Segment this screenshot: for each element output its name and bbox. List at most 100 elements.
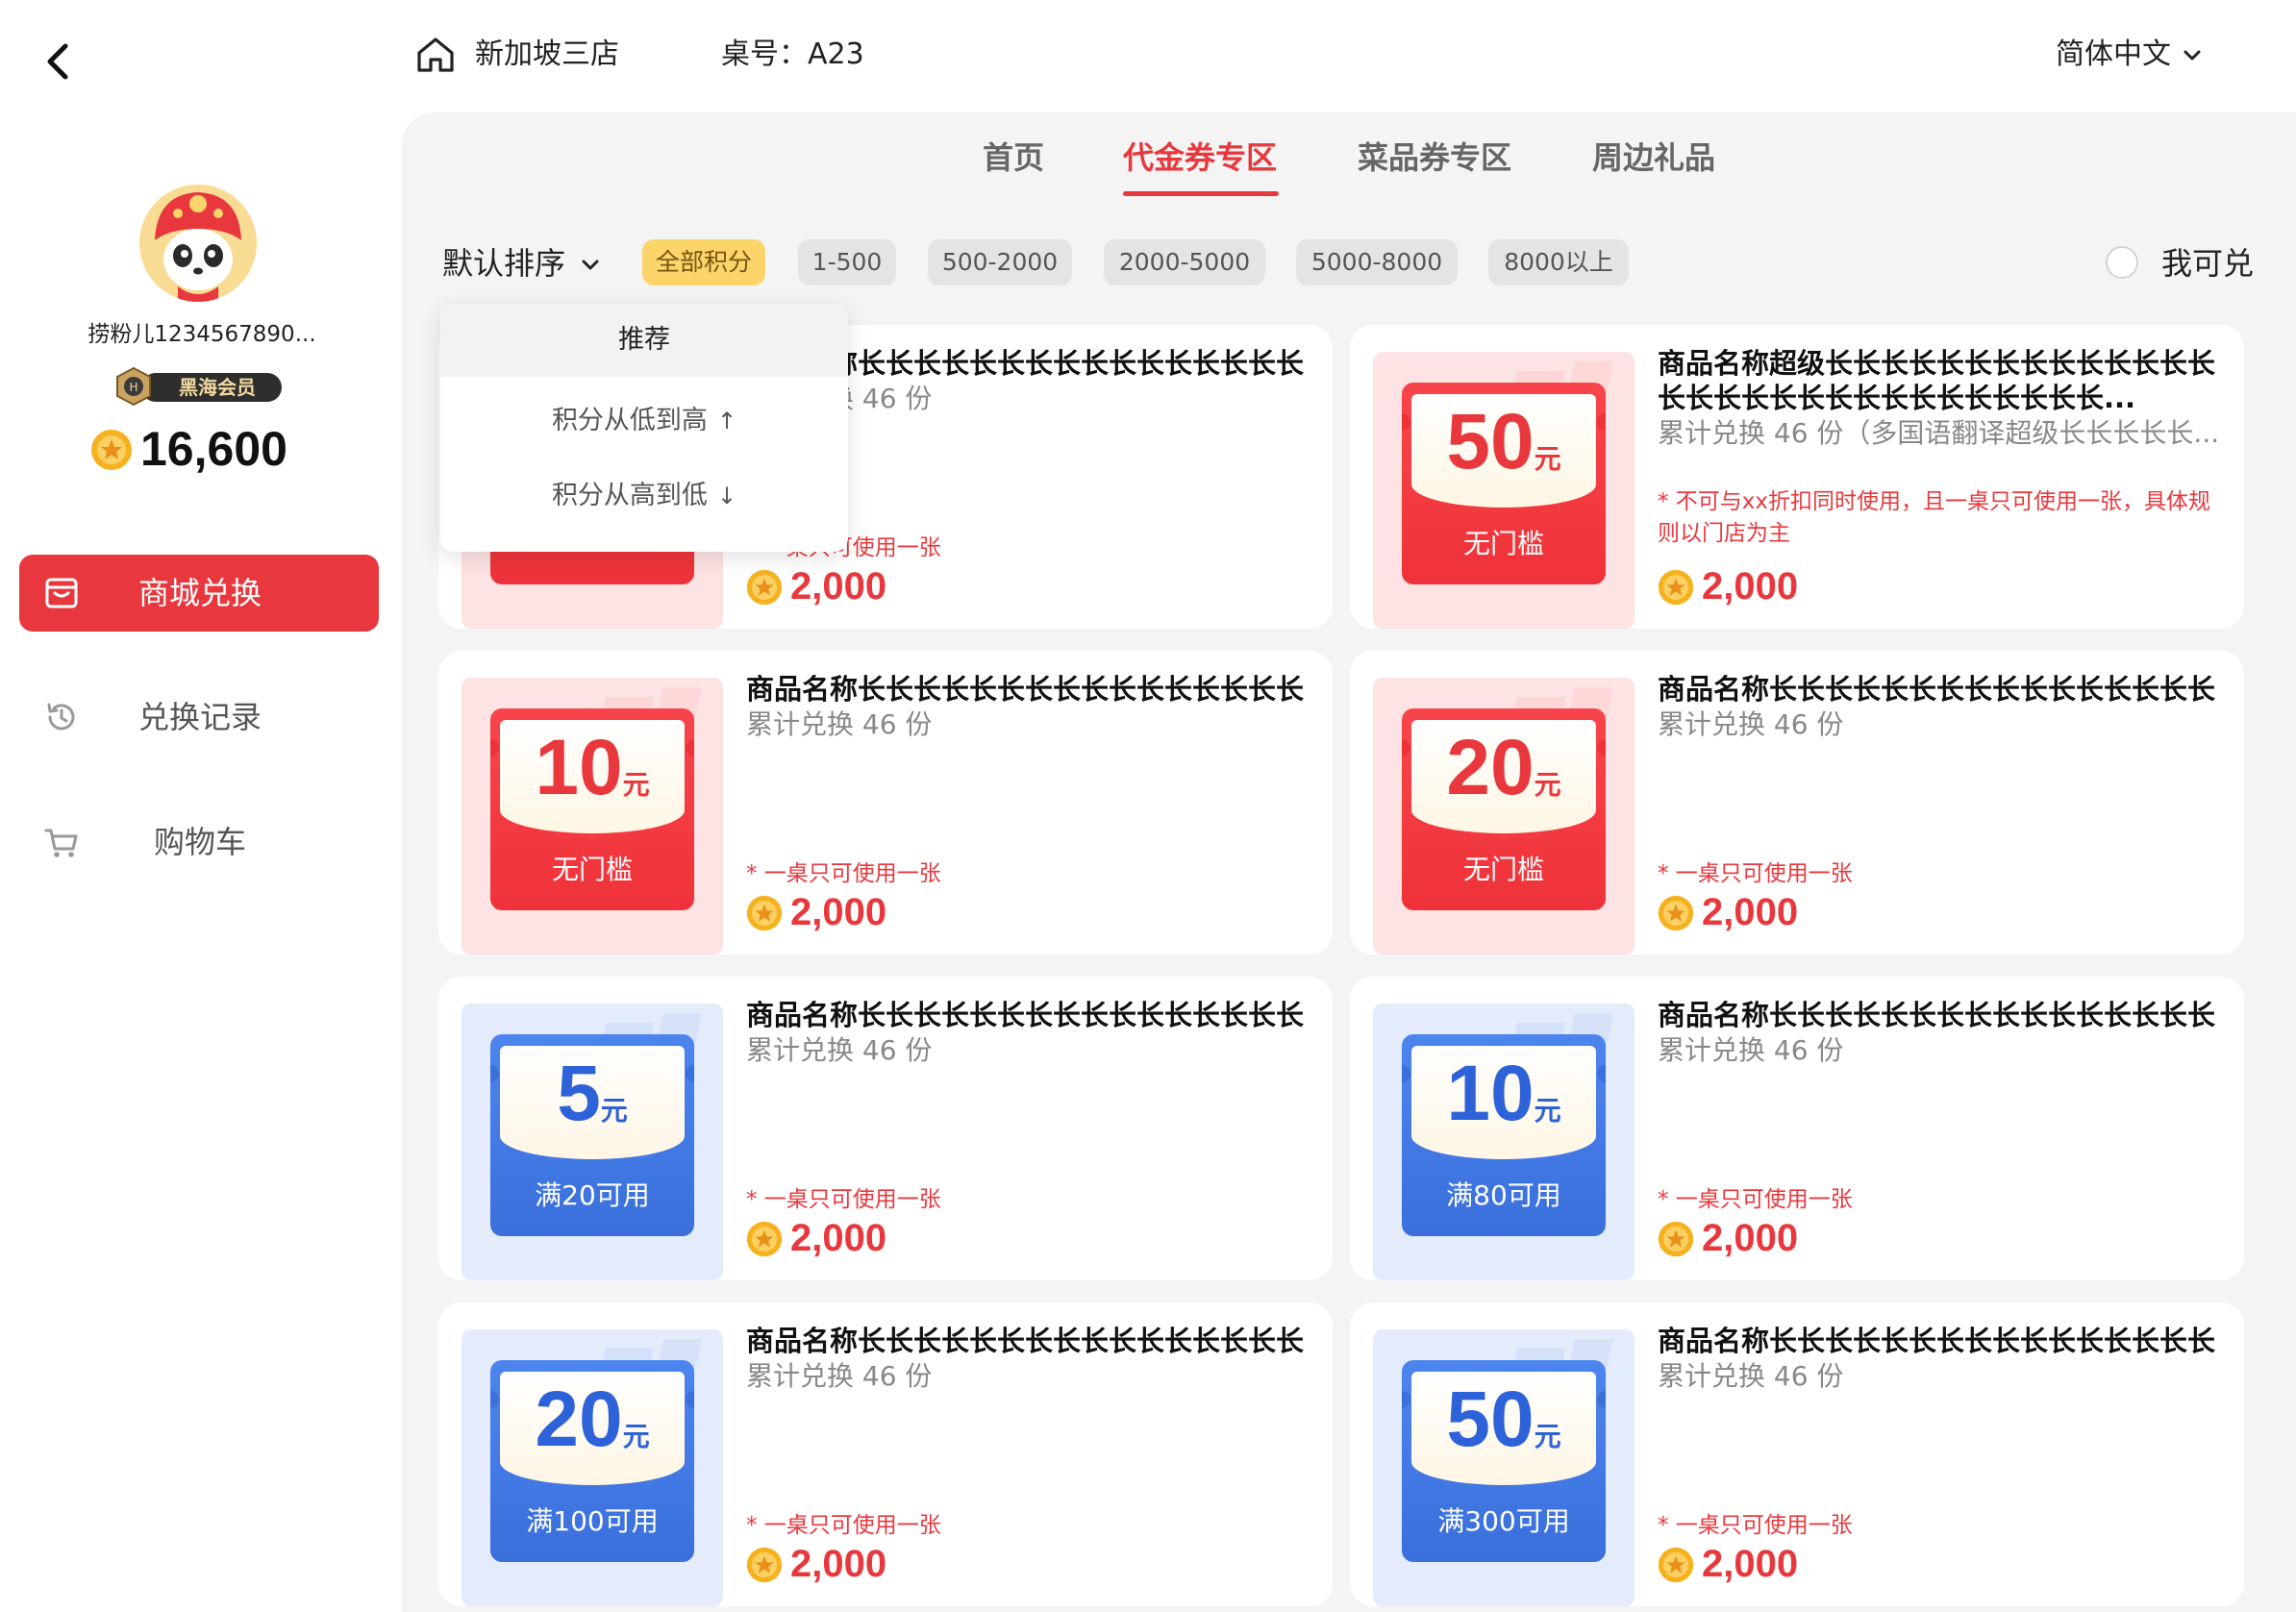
points-price: 2,000 <box>790 891 887 933</box>
product-image: 20元 无门槛 <box>1373 678 1635 955</box>
coin-icon <box>90 429 133 471</box>
voucher-condition: 满80可用 <box>1446 1179 1561 1211</box>
redeemed-count: 累计兑换 46 份 <box>746 1360 933 1392</box>
voucher-graphic: 5元 满20可用 <box>490 1034 694 1236</box>
voucher-amount: 50元 <box>1402 396 1606 510</box>
coin-icon <box>746 1547 783 1583</box>
chevron-down-icon[interactable] <box>2177 40 2208 71</box>
filter-chip-1-500[interactable]: 1-500 <box>798 239 896 285</box>
home-icon <box>413 33 458 77</box>
usage-note: * 一桌只可使用一张 <box>746 1513 941 1538</box>
usage-note: * 不可与xx折扣同时使用，且一桌只可使用一张，具体规则以门店为主 <box>1658 489 2211 546</box>
coin-icon <box>1658 895 1694 931</box>
voucher-condition: 无门槛 <box>551 854 633 885</box>
language-selector[interactable]: 简体中文 <box>2056 35 2171 75</box>
coin-icon <box>1658 1221 1694 1257</box>
sidebar-item-label: 购物车 <box>154 824 247 860</box>
voucher-graphic: 10元 满80可用 <box>1402 1034 1606 1236</box>
sort-option-recommended[interactable]: 推荐 <box>440 304 848 377</box>
points-price: 2,000 <box>1702 891 1799 933</box>
product-title: 商品名称超级长长长长长长长长长长长长长长长长长长长长长长长长长长长长长长... <box>1658 347 2215 414</box>
sort-menu: 推荐 积分从低到高 ↑ 积分从高到低 ↓ <box>440 304 848 552</box>
store-icon <box>45 578 78 608</box>
sort-dropdown[interactable]: 默认排序 <box>442 242 565 285</box>
redeemed-count: 累计兑换 46 份 <box>1658 1034 1844 1066</box>
sort-option-label: 积分从低到高 <box>551 406 708 435</box>
voucher-unit: 元 <box>600 1096 628 1126</box>
tab-dish-coupons[interactable]: 菜品券专区 <box>1358 135 1511 181</box>
arrow-down-icon: ↓ <box>716 483 737 509</box>
points-price: 2,000 <box>790 565 887 608</box>
voucher-graphic: 10元 无门槛 <box>490 708 694 910</box>
points-price: 2,000 <box>790 1543 887 1585</box>
product-card[interactable]: 5元 满20可用 商品名称长长长长长长长长长长长长长长长长长长 累计兑换 46 … <box>438 977 1333 1280</box>
filter-chip-5000-8000[interactable]: 5000-8000 <box>1296 239 1458 285</box>
voucher-condition: 满20可用 <box>535 1179 650 1211</box>
product-card[interactable]: 20元 无门槛 商品名称长长长长长长长长长长长长长长长长长长 累计兑换 46 份… <box>1350 651 2244 955</box>
avatar <box>139 185 257 302</box>
voucher-graphic: 50元 无门槛 <box>1402 383 1606 584</box>
user-name: 捞粉儿1234567890... <box>87 322 316 347</box>
member-level-icon: H <box>113 366 154 407</box>
filter-chip-2000-5000[interactable]: 2000-5000 <box>1104 239 1265 285</box>
voucher-value: 20 <box>1446 724 1535 811</box>
voucher-value: 10 <box>1446 1050 1535 1137</box>
redeemed-count: 累计兑换 46 份 <box>1658 1360 1844 1392</box>
voucher-amount: 10元 <box>490 722 694 836</box>
voucher-value: 50 <box>1446 398 1535 485</box>
cart-icon <box>44 829 78 857</box>
voucher-condition: 满100可用 <box>526 1505 659 1537</box>
product-title: 商品名称长长长长长长长长长长长长长长长长长长 <box>1658 999 2215 1031</box>
product-card[interactable]: 50元 无门槛 商品名称超级长长长长长长长长长长长长长长长长长长长长长长长长长长… <box>1350 325 2244 629</box>
voucher-condition: 满300可用 <box>1437 1505 1570 1537</box>
product-card[interactable]: 10元 满80可用 商品名称长长长长长长长长长长长长长长长长长长 累计兑换 46… <box>1350 977 2244 1280</box>
history-icon <box>47 703 75 731</box>
sidebar-item-mall[interactable]: 商城兑换 <box>19 555 379 632</box>
sidebar-item-label: 兑换记录 <box>138 699 262 735</box>
coin-icon <box>1658 569 1694 606</box>
voucher-value: 10 <box>535 724 623 811</box>
tab-merchandise[interactable]: 周边礼品 <box>1592 135 1715 181</box>
voucher-unit: 元 <box>1534 770 1561 800</box>
sidebar-item-cart[interactable]: 购物车 <box>19 804 379 880</box>
voucher-amount: 50元 <box>1402 1374 1606 1488</box>
voucher-unit: 元 <box>1534 1422 1561 1451</box>
voucher-amount: 20元 <box>1402 722 1606 836</box>
product-card[interactable]: 10元 无门槛 商品名称长长长长长长长长长长长长长长长长长长 累计兑换 46 份… <box>438 651 1333 955</box>
chevron-down-icon[interactable] <box>577 252 604 279</box>
active-tab-indicator <box>1123 191 1279 196</box>
sort-option-points-desc[interactable]: 积分从高到低 ↓ <box>440 459 848 533</box>
product-card[interactable]: 50元 满300可用 商品名称长长长长长长长长长长长长长长长长长长 累计兑换 4… <box>1350 1302 2244 1606</box>
points-price: 2,000 <box>1702 565 1799 608</box>
product-image: 50元 满300可用 <box>1373 1329 1635 1606</box>
filter-chip-8000-plus[interactable]: 8000以上 <box>1488 239 1629 285</box>
voucher-condition: 无门槛 <box>1462 528 1544 559</box>
filter-chip-500-2000[interactable]: 500-2000 <box>928 239 1072 285</box>
points-price: 2,000 <box>1702 1217 1799 1259</box>
voucher-unit: 元 <box>622 1422 650 1451</box>
voucher-value: 5 <box>557 1050 601 1137</box>
product-title: 商品名称长长长长长长长长长长长长长长长长长长 <box>746 999 1304 1031</box>
product-card[interactable]: 20元 满100可用 商品名称长长长长长长长长长长长长长长长长长长 累计兑换 4… <box>438 1302 1333 1606</box>
store-name: 新加坡三店 <box>475 37 619 71</box>
sort-option-label: 积分从高到低 <box>551 481 708 510</box>
tab-vouchers[interactable]: 代金券专区 <box>1123 135 1277 181</box>
sort-option-label: 推荐 <box>618 325 670 355</box>
sort-option-points-asc[interactable]: 积分从低到高 ↑ <box>440 384 848 458</box>
points-price: 2,000 <box>1702 1543 1799 1585</box>
redeemable-radio[interactable] <box>2106 246 2138 279</box>
usage-note: * 一桌只可使用一张 <box>1658 861 1853 886</box>
voucher-condition: 无门槛 <box>1462 854 1544 885</box>
usage-note: * 一桌只可使用一张 <box>746 1187 941 1212</box>
sidebar-item-history[interactable]: 兑换记录 <box>19 679 379 756</box>
back-button[interactable] <box>38 29 81 90</box>
coin-icon <box>746 1221 783 1257</box>
table-number: 桌号：A23 <box>721 37 864 71</box>
arrow-up-icon: ↑ <box>716 408 737 434</box>
usage-note: * 一桌只可使用一张 <box>1658 1187 1853 1212</box>
redeemed-count: 累计兑换 46 份 <box>746 708 933 740</box>
tab-home[interactable]: 首页 <box>983 135 1044 181</box>
filter-chip-all[interactable]: 全部积分 <box>642 239 765 285</box>
product-title: 商品名称长长长长长长长长长长长长长长长长长长 <box>1658 1325 2215 1357</box>
chevron-left-icon <box>47 43 68 80</box>
